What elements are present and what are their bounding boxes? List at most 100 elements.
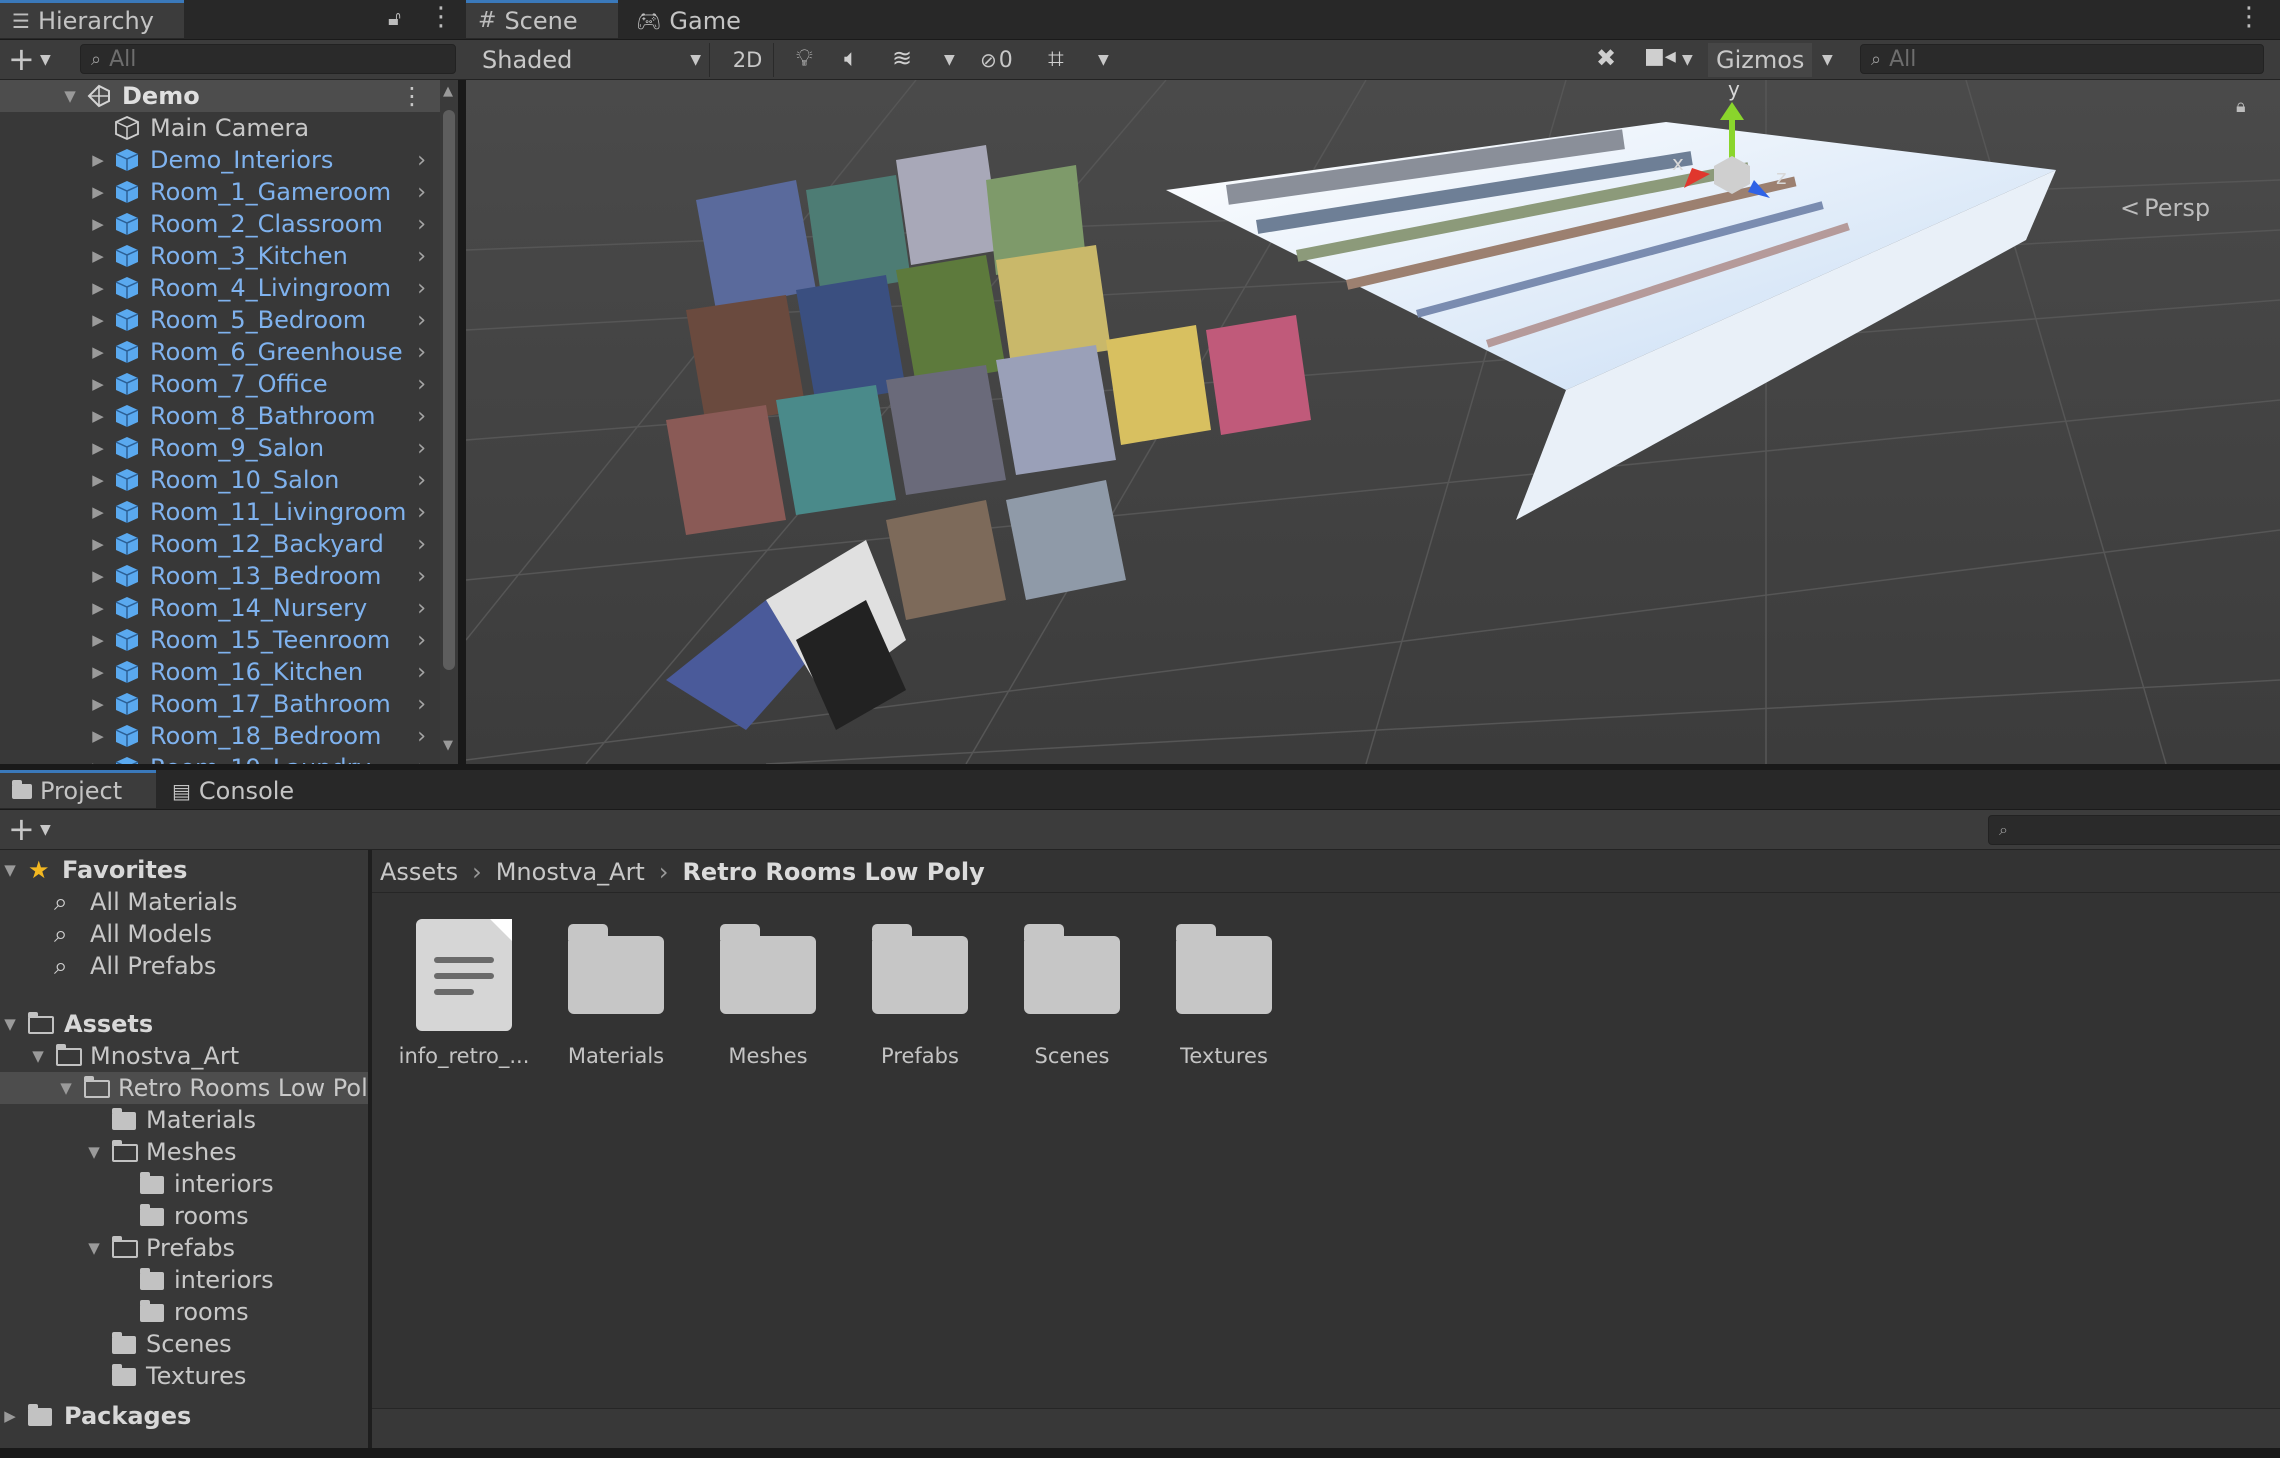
tab-game[interactable]: 🎮︎ Game: [624, 2, 754, 40]
foldout-closed-icon[interactable]: ▶: [88, 343, 108, 361]
chevron-right-icon[interactable]: ›: [417, 660, 426, 685]
foldout-open-icon[interactable]: ▼: [56, 1079, 76, 1097]
asset-document[interactable]: info_retro_...: [394, 919, 534, 1068]
hierarchy-row[interactable]: ▶ Room_11_Livingroom ›: [0, 496, 440, 528]
folder-tree-item[interactable]: interiors: [0, 1264, 368, 1296]
foldout-closed-icon[interactable]: ▶: [88, 471, 108, 489]
projection-toggle[interactable]: < Persp: [2120, 194, 2210, 222]
lighting-toggle-icon[interactable]: 💡︎: [796, 44, 813, 72]
foldout-open-icon[interactable]: ▼: [60, 87, 80, 105]
effects-toggle-icon[interactable]: ≋: [892, 44, 912, 72]
chevron-right-icon[interactable]: ›: [417, 564, 426, 589]
tab-console[interactable]: ▤ Console: [160, 772, 320, 810]
hierarchy-row[interactable]: ▶ Room_5_Bedroom ›: [0, 304, 440, 336]
gizmos-dropdown[interactable]: Gizmos: [1708, 43, 1812, 77]
hierarchy-scroll-thumb[interactable]: [443, 110, 455, 670]
foldout-open-icon[interactable]: ▼: [28, 1047, 48, 1065]
hierarchy-row[interactable]: ▶ Room_8_Bathroom ›: [0, 400, 440, 432]
foldout-closed-icon[interactable]: ▶: [88, 183, 108, 201]
chevron-right-icon[interactable]: ›: [417, 724, 426, 749]
chevron-right-icon[interactable]: ›: [417, 340, 426, 365]
gizmo-lock-icon[interactable]: 🔒︎: [2236, 96, 2246, 117]
breadcrumb-current[interactable]: Retro Rooms Low Poly: [682, 858, 984, 886]
camera-icon[interactable]: ■◂: [1644, 44, 1676, 69]
chevron-down-icon[interactable]: ▼: [1682, 52, 1693, 68]
packages-row[interactable]: ▶ Packages: [0, 1400, 368, 1432]
chevron-right-icon[interactable]: ›: [417, 244, 426, 269]
foldout-closed-icon[interactable]: ▶: [88, 375, 108, 393]
asset-folder[interactable]: Textures: [1154, 920, 1294, 1068]
project-search-input[interactable]: ⌕: [1988, 815, 2280, 845]
folder-tree-item[interactable]: ▼ Retro Rooms Low Poly: [0, 1072, 368, 1104]
grid-toggle-icon[interactable]: ⌗: [1048, 42, 1064, 76]
hierarchy-tab[interactable]: ☰ Hierarchy: [0, 0, 184, 38]
foldout-closed-icon[interactable]: ▶: [88, 631, 108, 649]
chevron-right-icon[interactable]: ›: [417, 596, 426, 621]
hierarchy-row[interactable]: ▶ Room_18_Bedroom ›: [0, 720, 440, 752]
chevron-right-icon[interactable]: ›: [417, 180, 426, 205]
foldout-closed-icon[interactable]: ▶: [88, 663, 108, 681]
hierarchy-search-input[interactable]: ⌕ All: [80, 44, 456, 74]
scene-viewport[interactable]: y x z 🔒︎ < Persp: [466, 80, 2280, 764]
tools-icon[interactable]: ✖︎: [1596, 44, 1616, 72]
folder-tree-item[interactable]: ▼ Prefabs: [0, 1232, 368, 1264]
hierarchy-row[interactable]: ▶ Room_9_Salon ›: [0, 432, 440, 464]
tab-scene[interactable]: # Scene: [466, 0, 618, 38]
folder-tree-item[interactable]: ▼ Mnostva_Art: [0, 1040, 368, 1072]
folder-tree-item[interactable]: rooms: [0, 1296, 368, 1328]
chevron-right-icon[interactable]: ›: [417, 532, 426, 557]
asset-folder[interactable]: Meshes: [698, 920, 838, 1068]
asset-folder[interactable]: Scenes: [1002, 920, 1142, 1068]
foldout-open-icon[interactable]: ▼: [84, 1239, 104, 1257]
hierarchy-row[interactable]: ▶ Demo_Interiors ›: [0, 144, 440, 176]
hierarchy-row[interactable]: ▶Room_19_Laundry›: [0, 752, 440, 764]
breadcrumb-item[interactable]: Mnostva_Art: [496, 858, 645, 886]
shading-mode-dropdown[interactable]: Shaded ▼: [474, 43, 710, 77]
chevron-right-icon[interactable]: ›: [417, 372, 426, 397]
favorite-item[interactable]: ⌕ All Prefabs: [0, 950, 368, 982]
lock-icon[interactable]: 🔓︎: [388, 6, 401, 30]
chevron-right-icon[interactable]: ›: [417, 212, 426, 237]
folder-tree-item[interactable]: ▼ Meshes: [0, 1136, 368, 1168]
breadcrumb-item[interactable]: Assets: [380, 858, 458, 886]
chevron-right-icon[interactable]: ›: [417, 692, 426, 717]
hierarchy-row[interactable]: ▶ Room_12_Backyard ›: [0, 528, 440, 560]
scene-visibility-toggle[interactable]: ⊘ 0: [980, 43, 1036, 77]
hierarchy-row[interactable]: ▶ Room_13_Bedroom ›: [0, 560, 440, 592]
add-icon[interactable]: +: [8, 40, 35, 78]
favorites-row[interactable]: ▼ ★ Favorites: [0, 854, 368, 886]
hierarchy-row[interactable]: ▶ Room_14_Nursery ›: [0, 592, 440, 624]
hierarchy-scrollbar[interactable]: ▲ ▼: [440, 80, 458, 764]
chevron-down-icon[interactable]: ▼: [1822, 52, 1833, 68]
favorite-item[interactable]: ⌕ All Materials: [0, 886, 368, 918]
foldout-closed-icon[interactable]: ▶: [88, 215, 108, 233]
favorite-item[interactable]: ⌕ All Models: [0, 918, 368, 950]
chevron-down-icon[interactable]: ▼: [40, 52, 51, 68]
foldout-open-icon[interactable]: ▼: [0, 1015, 20, 1033]
hierarchy-row[interactable]: ▶ Room_4_Livingroom ›: [0, 272, 440, 304]
hierarchy-row[interactable]: Main Camera: [0, 112, 440, 144]
chevron-right-icon[interactable]: ›: [417, 628, 426, 653]
foldout-closed-icon[interactable]: ▶: [88, 599, 108, 617]
assets-root-row[interactable]: ▼ Assets: [0, 1008, 368, 1040]
hierarchy-row[interactable]: ▶ Room_3_Kitchen ›: [0, 240, 440, 272]
chevron-down-icon[interactable]: ▼: [1098, 52, 1109, 68]
kebab-menu-icon[interactable]: ⋮: [2236, 2, 2262, 32]
foldout-open-icon[interactable]: ▼: [0, 861, 20, 879]
foldout-closed-icon[interactable]: ▶: [88, 311, 108, 329]
foldout-closed-icon[interactable]: ▶: [0, 1407, 20, 1425]
hierarchy-row[interactable]: ▶ Room_1_Gameroom ›: [0, 176, 440, 208]
hierarchy-row[interactable]: ▶ Room_15_Teenroom ›: [0, 624, 440, 656]
folder-tree-item[interactable]: rooms: [0, 1200, 368, 1232]
hierarchy-row[interactable]: ▶ Room_2_Classroom ›: [0, 208, 440, 240]
add-icon[interactable]: +: [8, 810, 35, 848]
hierarchy-row[interactable]: ▶ Room_17_Bathroom ›: [0, 688, 440, 720]
chevron-right-icon[interactable]: ›: [417, 148, 426, 173]
tab-project[interactable]: Project: [0, 770, 156, 808]
folder-tree-item[interactable]: interiors: [0, 1168, 368, 1200]
folder-tree-item[interactable]: Textures: [0, 1360, 368, 1392]
hierarchy-row[interactable]: ▶ Room_6_Greenhouse ›: [0, 336, 440, 368]
hierarchy-row[interactable]: ▶ Room_16_Kitchen ›: [0, 656, 440, 688]
hierarchy-row[interactable]: ▶ Room_10_Salon ›: [0, 464, 440, 496]
folder-tree-item[interactable]: Materials: [0, 1104, 368, 1136]
